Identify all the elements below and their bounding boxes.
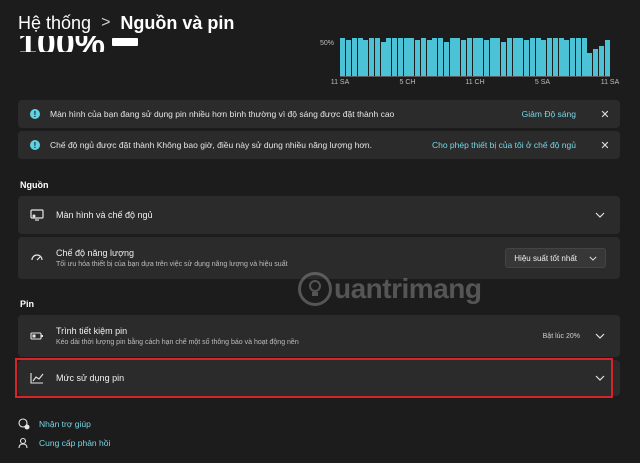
card-title: Chế độ năng lượng xyxy=(56,248,134,258)
info-icon: ! xyxy=(30,140,40,150)
section-heading-battery: Pin xyxy=(20,299,35,309)
allow-sleep-link[interactable]: Cho phép thiết bị của tôi ở chế độ ngủ xyxy=(432,140,576,150)
chart-bar xyxy=(374,38,380,76)
chart-bar xyxy=(518,38,524,76)
chart-bar xyxy=(415,39,421,76)
battery-icon xyxy=(112,38,138,46)
watermark-text: uantrimang xyxy=(334,273,482,304)
chart-bar xyxy=(472,38,478,76)
chart-bar xyxy=(575,38,581,76)
help-icon xyxy=(18,418,30,430)
chart-bar xyxy=(346,39,352,76)
notification-text: Chế độ ngủ được đặt thành Không bao giờ,… xyxy=(50,140,372,150)
chart-bar xyxy=(501,41,507,76)
close-icon[interactable]: ✕ xyxy=(594,139,616,152)
chart-bar xyxy=(351,38,357,76)
chart-x-tick-label: 11 CH xyxy=(465,79,485,86)
chart-bar xyxy=(357,38,363,76)
chart-bar xyxy=(432,38,438,76)
chart-bar xyxy=(340,38,346,76)
page-title: Nguồn và pin xyxy=(120,12,235,33)
chart-bar xyxy=(535,38,541,76)
brightness-notification: ! Màn hình của bạn đang sử dụng pin nhiề… xyxy=(18,100,620,128)
power-mode-dropdown[interactable]: Hiệu suất tốt nhất xyxy=(505,248,606,268)
feedback-link[interactable]: Cung cấp phản hồi xyxy=(18,437,110,449)
info-icon: ! xyxy=(30,109,40,119)
chart-y-tick-label: 50% xyxy=(320,40,335,47)
chart-bar xyxy=(483,39,489,76)
chart-x-tick-label: 11 SA xyxy=(600,79,620,86)
card-title: Trình tiết kiệm pin xyxy=(56,326,128,336)
chevron-down-icon[interactable] xyxy=(590,212,610,218)
chart-bar xyxy=(455,38,461,76)
chart-bar xyxy=(392,38,398,76)
chart-bar xyxy=(449,38,455,76)
battery-level-chart: 50% 11 SA 5 CH 11 CH 5 SA 11 SA xyxy=(320,34,619,90)
close-icon[interactable]: ✕ xyxy=(594,108,616,121)
chart-bar xyxy=(397,38,403,76)
chart-bar xyxy=(369,38,375,76)
chart-x-tick-label: 5 CH xyxy=(399,79,416,86)
chart-bar xyxy=(466,38,472,76)
chart-bar xyxy=(587,53,593,76)
sleep-notification: ! Chế độ ngủ được đặt thành Không bao gi… xyxy=(18,131,620,159)
notification-text: Màn hình của bạn đang sử dụng pin nhiều … xyxy=(50,109,395,119)
reduce-brightness-link[interactable]: Giảm Độ sáng xyxy=(522,109,576,119)
chart-bar xyxy=(495,38,501,76)
battery-saver-status: Bật lúc 20% xyxy=(542,332,580,340)
chart-bar xyxy=(524,39,530,76)
chart-bar xyxy=(593,49,599,76)
breadcrumb: Hệ thống > Nguồn và pin xyxy=(18,10,243,36)
power-mode-icon xyxy=(30,251,44,265)
chart-bar xyxy=(461,39,466,76)
link-label: Nhận trợ giúp xyxy=(39,419,91,429)
chart-bar xyxy=(489,38,495,76)
bulb-logo-icon xyxy=(298,272,332,306)
chart-bar xyxy=(363,39,369,76)
chart-x-tick-label: 5 SA xyxy=(534,79,551,86)
card-title: Màn hình và chế độ ngủ xyxy=(56,210,153,220)
chart-bar xyxy=(380,41,386,76)
battery-saver-icon xyxy=(30,329,44,343)
highlight-box xyxy=(15,358,613,398)
chart-x-tick-label: 11 SA xyxy=(330,79,350,86)
chart-bar xyxy=(529,38,535,76)
chart-bar xyxy=(420,38,426,76)
feedback-icon xyxy=(18,437,30,449)
chart-bar xyxy=(443,41,449,76)
breadcrumb-system[interactable]: Hệ thống xyxy=(18,13,91,34)
chevron-down-icon[interactable] xyxy=(590,333,610,339)
chart-bar xyxy=(506,38,512,76)
chart-bar xyxy=(547,38,553,76)
watermark: uantrimang xyxy=(298,272,482,306)
chart-bar xyxy=(570,38,576,76)
chart-baseline xyxy=(340,76,610,77)
chart-bar xyxy=(409,38,415,76)
chart-bar xyxy=(564,39,570,76)
screen-sleep-icon xyxy=(30,208,44,222)
chart-bar xyxy=(552,38,558,76)
card-subtitle: Kéo dài thời lượng pin bằng cách hạn chế… xyxy=(56,339,299,346)
get-help-link[interactable]: Nhận trợ giúp xyxy=(18,418,91,430)
chart-bar xyxy=(386,38,392,76)
card-subtitle: Tối ưu hóa thiết bị của bạn dựa trên việ… xyxy=(56,261,288,268)
chart-bar xyxy=(403,38,409,76)
screen-sleep-card[interactable]: Màn hình và chế độ ngủ xyxy=(18,196,620,234)
breadcrumb-separator: > xyxy=(101,14,111,31)
chart-bar xyxy=(604,39,610,76)
chevron-down-icon xyxy=(589,256,597,261)
chart-bar xyxy=(426,39,432,76)
section-heading-power: Nguồn xyxy=(20,180,49,190)
dropdown-value: Hiệu suất tốt nhất xyxy=(514,253,577,263)
chart-bars xyxy=(340,38,610,76)
chart-bar xyxy=(478,38,484,76)
chart-bar xyxy=(541,39,547,76)
link-label: Cung cấp phản hồi xyxy=(39,438,111,448)
chart-bar xyxy=(512,38,518,76)
chart-bar xyxy=(438,38,444,76)
battery-saver-card[interactable]: Trình tiết kiệm pin Kéo dài thời lượng p… xyxy=(18,315,620,357)
chart-bar xyxy=(581,38,587,76)
chart-bar xyxy=(598,45,604,76)
chart-bar xyxy=(558,38,564,76)
